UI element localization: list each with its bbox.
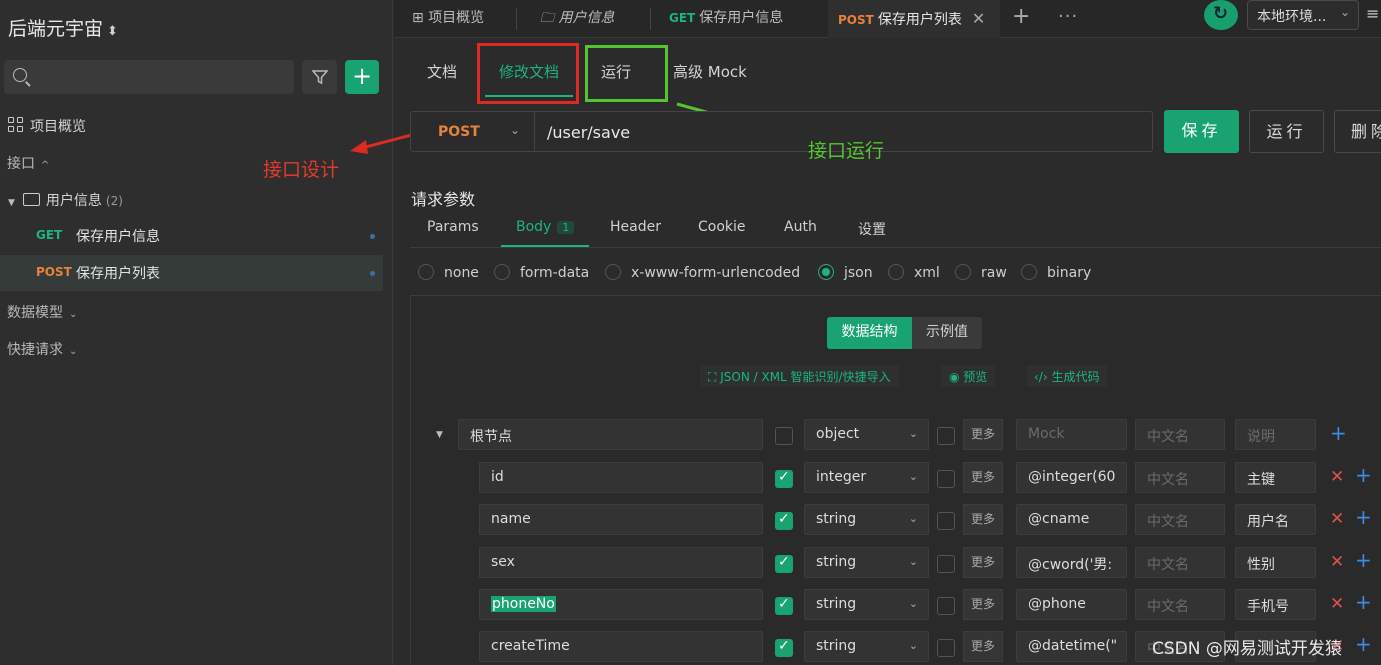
type-select[interactable]: string ⌄: [804, 589, 929, 620]
required-checkbox[interactable]: [775, 554, 793, 573]
tab-settings[interactable]: 设置: [858, 219, 886, 239]
mock-input[interactable]: @cname: [1016, 504, 1127, 535]
preview-button[interactable]: ◉ 预览: [941, 365, 996, 387]
delete-button[interactable]: 删除: [1334, 110, 1381, 153]
cn-name-input[interactable]: 中文名: [1135, 504, 1225, 535]
code-icon: ‹/›: [1034, 370, 1052, 384]
mock-input[interactable]: @phone: [1016, 589, 1127, 620]
run-button[interactable]: 运行: [1249, 110, 1324, 153]
url-input[interactable]: /user/save: [547, 123, 630, 142]
type-select[interactable]: object ⌄: [804, 419, 929, 450]
mock-input[interactable]: @integer(60: [1016, 462, 1127, 493]
required-checkbox[interactable]: [775, 469, 793, 488]
import-icon: ⛶: [708, 370, 721, 384]
nullable-checkbox[interactable]: [937, 639, 955, 657]
generate-code-button[interactable]: ‹/› 生成代码: [1026, 365, 1108, 387]
cn-name-input[interactable]: 中文名: [1135, 462, 1225, 493]
more-button[interactable]: 更多: [963, 419, 1003, 450]
field-name-input[interactable]: id: [479, 462, 763, 493]
delete-icon[interactable]: ✕: [1330, 594, 1344, 614]
field-name-input[interactable]: 根节点: [458, 419, 763, 450]
add-child-icon[interactable]: +: [1330, 421, 1347, 445]
tab-header[interactable]: Header: [610, 219, 661, 235]
tab-cookie[interactable]: Cookie: [698, 219, 746, 235]
mock-input[interactable]: Mock: [1016, 419, 1127, 450]
watermark: CSDN @网易测试开发猿: [1152, 639, 1342, 659]
chevron-down-icon: ⌄: [908, 470, 918, 483]
add-child-icon[interactable]: +: [1355, 548, 1372, 572]
radio-json[interactable]: json: [818, 264, 873, 281]
add-child-icon[interactable]: +: [1355, 590, 1372, 614]
more-button[interactable]: 更多: [963, 504, 1003, 535]
type-select[interactable]: string ⌄: [804, 504, 929, 535]
delete-icon[interactable]: ✕: [1330, 552, 1344, 572]
required-checkbox[interactable]: [775, 427, 793, 445]
method-select[interactable]: POST ⌄: [411, 112, 535, 151]
eye-icon: ◉: [949, 370, 964, 384]
delete-icon[interactable]: ✕: [1330, 509, 1344, 529]
chevron-down-icon: ⌄: [908, 597, 918, 610]
nullable-checkbox[interactable]: [937, 427, 955, 445]
mock-input[interactable]: @datetime(": [1016, 631, 1127, 662]
nullable-checkbox[interactable]: [937, 597, 955, 615]
annotation-run: 接口运行: [808, 140, 885, 162]
add-child-icon[interactable]: +: [1355, 463, 1372, 487]
nullable-checkbox[interactable]: [937, 512, 955, 530]
tab-auth[interactable]: Auth: [784, 219, 817, 235]
description-input[interactable]: 性别: [1235, 547, 1316, 578]
field-name-input[interactable]: createTime: [479, 631, 763, 662]
delete-icon[interactable]: ✕: [1330, 467, 1344, 487]
tab-params[interactable]: Params: [427, 219, 479, 235]
chevron-down-icon: ⌄: [509, 123, 520, 137]
description-input[interactable]: 说明: [1235, 419, 1316, 450]
required-checkbox[interactable]: [775, 596, 793, 615]
field-name-input[interactable]: name: [479, 504, 763, 535]
segment-data-structure[interactable]: 数据结构: [827, 317, 912, 349]
more-button[interactable]: 更多: [963, 631, 1003, 662]
type-select[interactable]: string ⌄: [804, 631, 929, 662]
description-input[interactable]: 手机号: [1235, 589, 1316, 620]
segment-example-value[interactable]: 示例值: [912, 317, 982, 349]
more-button[interactable]: 更多: [963, 547, 1003, 578]
chevron-down-icon: ⌄: [908, 512, 918, 525]
add-child-icon[interactable]: +: [1355, 505, 1372, 529]
chevron-down-icon: ⌄: [908, 555, 918, 568]
radio-x-www-form-urlencoded[interactable]: x-www-form-urlencoded: [605, 264, 800, 281]
field-name-input[interactable]: phoneNo: [479, 589, 763, 620]
description-input[interactable]: 主键: [1235, 462, 1316, 493]
radio-binary[interactable]: binary: [1021, 264, 1091, 281]
save-button[interactable]: 保存: [1164, 110, 1239, 153]
radio-form-data[interactable]: form-data: [494, 264, 589, 281]
field-name-text: phoneNo: [491, 596, 556, 612]
add-child-icon[interactable]: +: [1355, 632, 1372, 656]
active-tab-indicator: [501, 245, 589, 247]
body-count-badge: 1: [557, 221, 575, 234]
type-select[interactable]: string ⌄: [804, 547, 929, 578]
tab-body[interactable]: Body 1: [516, 219, 575, 235]
type-select[interactable]: integer ⌄: [804, 462, 929, 493]
required-checkbox[interactable]: [775, 638, 793, 657]
url-bar: POST ⌄ /user/save: [410, 111, 1153, 152]
chevron-down-icon: ⌄: [908, 427, 918, 440]
field-name-input[interactable]: sex: [479, 547, 763, 578]
nullable-checkbox[interactable]: [937, 555, 955, 573]
caret-down-icon[interactable]: ▼: [436, 430, 443, 440]
more-button[interactable]: 更多: [963, 462, 1003, 493]
required-checkbox[interactable]: [775, 511, 793, 530]
json-import-button[interactable]: ⛶ JSON / XML 智能识别/快捷导入: [700, 365, 899, 387]
cn-name-input[interactable]: 中文名: [1135, 547, 1225, 578]
chevron-down-icon: ⌄: [908, 639, 918, 652]
radio-xml[interactable]: xml: [888, 264, 940, 281]
request-params-title: 请求参数: [411, 190, 476, 209]
radio-raw[interactable]: raw: [955, 264, 1007, 281]
more-button[interactable]: 更多: [963, 589, 1003, 620]
description-input[interactable]: 用户名: [1235, 504, 1316, 535]
nullable-checkbox[interactable]: [937, 470, 955, 488]
mock-input[interactable]: @cword('男:: [1016, 547, 1127, 578]
radio-none[interactable]: none: [418, 264, 479, 281]
cn-name-input[interactable]: 中文名: [1135, 589, 1225, 620]
app-window: 后端元宇宙 ⬍ + 项目概览 接口 ^ ▼ 用户信息 (2) GET 保存用户信息 PO…: [0, 0, 1381, 665]
cn-name-input[interactable]: 中文名: [1135, 419, 1225, 450]
